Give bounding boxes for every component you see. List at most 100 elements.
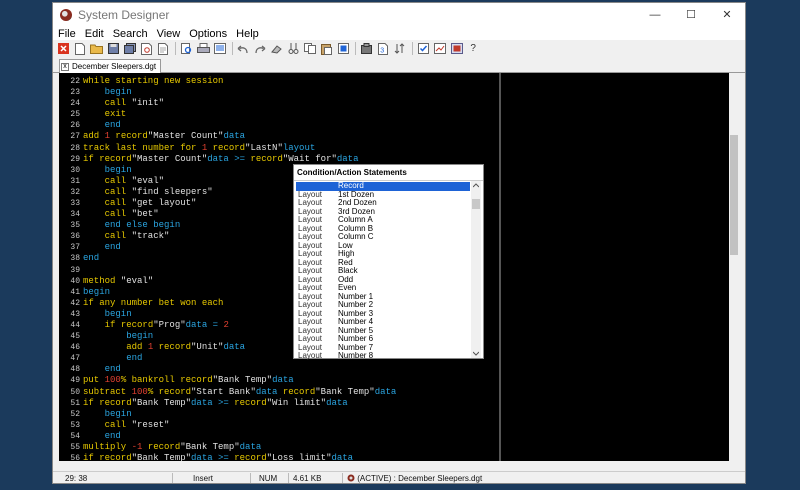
redo-icon[interactable] <box>253 42 268 56</box>
popup-list-item[interactable]: Record <box>296 181 470 191</box>
code-token: multiply <box>83 441 132 452</box>
code-token: 100 <box>104 375 121 386</box>
save-all-icon[interactable] <box>122 42 137 56</box>
code-line[interactable]: 26 end <box>70 120 499 131</box>
popup-list-item[interactable]: Layout Odd <box>296 275 470 285</box>
code-line[interactable]: 29 if record"Master Count"data >= record"… <box>70 154 499 165</box>
undo-icon[interactable] <box>236 42 251 56</box>
open-folder-icon[interactable] <box>89 42 104 56</box>
cut-icon[interactable] <box>286 42 301 56</box>
code-line[interactable]: 51 if record"Bank Temp"data >= record"Win… <box>70 397 499 409</box>
chart-icon[interactable] <box>432 42 447 56</box>
code-line[interactable]: 27 add 1 record"Master Count"data <box>70 131 499 142</box>
code-token: end else begin <box>83 220 181 231</box>
tab-close-icon[interactable]: x <box>61 62 69 71</box>
code-token: data <box>331 453 354 461</box>
run-icon[interactable] <box>359 42 374 56</box>
code-line[interactable]: 49 put 100% bankroll record"Bank Temp"dat… <box>70 375 499 386</box>
popup-list-item[interactable]: Layout Low <box>296 241 470 251</box>
window-title: System Designer <box>78 7 170 22</box>
eraser-icon[interactable] <box>269 42 284 56</box>
popup-list-item[interactable]: Layout Column A <box>296 215 470 225</box>
check-icon[interactable] <box>416 42 431 56</box>
page-setup-icon[interactable] <box>212 42 227 56</box>
code-line[interactable]: 28 track last number for 1 record"LastN"l… <box>70 143 499 154</box>
popup-list-item[interactable]: Layout Even <box>296 283 470 293</box>
condition-action-popup[interactable]: Condition/Action Statements Record Layout… <box>293 164 484 361</box>
popup-list-item[interactable]: Layout Number 6 <box>296 334 470 344</box>
code-line[interactable]: 55 multiply -1 record"Bank Temp"data <box>70 441 499 453</box>
popup-list-item[interactable]: Layout Number 3 <box>296 309 470 319</box>
menu-search[interactable]: Search <box>109 28 152 40</box>
popup-list-item[interactable]: Layout Red <box>296 258 470 268</box>
code-line[interactable]: 22 while starting new session <box>70 76 499 87</box>
editor-scrollbar-thumb[interactable] <box>730 135 738 255</box>
minimize-button[interactable]: — <box>637 3 673 26</box>
popup-list-item[interactable]: Layout Black <box>296 266 470 276</box>
popup-list-item[interactable]: Layout 2nd Dozen <box>296 198 470 208</box>
code-token: end <box>83 353 143 364</box>
help-icon[interactable]: ? <box>466 42 481 56</box>
close-button[interactable]: ✕ <box>709 3 745 26</box>
code-token: data <box>223 131 246 142</box>
close-file-icon[interactable] <box>56 42 71 56</box>
popup-list-item[interactable]: Layout Number 2 <box>296 300 470 310</box>
popup-list-item[interactable]: Layout High <box>296 249 470 259</box>
code-line[interactable]: 53 call "reset" <box>70 420 499 431</box>
tab-label: December Sleepers.dgt <box>72 62 157 71</box>
sort-icon[interactable] <box>392 42 407 56</box>
compile-icon[interactable]: 3 <box>376 42 391 56</box>
print-icon[interactable] <box>196 42 211 56</box>
popup-scrollbar[interactable] <box>471 181 481 358</box>
print-preview-icon[interactable] <box>139 42 154 56</box>
popup-list-item[interactable]: Layout Number 4 <box>296 317 470 327</box>
code-token: "Bank Temp" <box>315 386 375 397</box>
find-icon[interactable] <box>179 42 194 56</box>
scroll-down-icon[interactable] <box>473 351 479 356</box>
popup-scrollbar-thumb[interactable] <box>472 199 480 209</box>
line-number: 25 <box>70 110 80 120</box>
code-token: data <box>326 397 348 408</box>
code-line[interactable]: 56 if record"Bank Temp"data >= record"Los… <box>70 453 499 461</box>
code-line[interactable]: 48 end <box>70 364 499 375</box>
tab-december-sleepers[interactable]: x December Sleepers.dgt <box>59 59 162 73</box>
popup-list-item[interactable]: Layout Number 8 <box>296 351 470 361</box>
menu-edit[interactable]: Edit <box>81 28 108 40</box>
editor-split-divider[interactable] <box>499 73 501 461</box>
code-line[interactable]: 52 begin <box>70 409 499 420</box>
code-line[interactable]: 50 subtract 100% record"Start Bank"data r… <box>70 386 499 398</box>
popup-list-item[interactable]: Layout Column C <box>296 232 470 242</box>
editor-scrollbar[interactable] <box>729 73 739 461</box>
code-token: call <box>83 209 132 220</box>
code-line[interactable]: 23 begin <box>70 87 499 98</box>
popup-list-item[interactable]: Layout Number 5 <box>296 326 470 336</box>
popup-list-item[interactable]: Layout 1st Dozen <box>296 190 470 200</box>
scroll-up-icon[interactable] <box>473 183 479 188</box>
code-line[interactable]: 24 call "init" <box>70 98 499 109</box>
menu-options[interactable]: Options <box>185 28 231 40</box>
new-file-icon[interactable] <box>73 42 88 56</box>
copy-icon[interactable] <box>302 42 317 56</box>
designer-icon[interactable] <box>449 42 464 56</box>
code-token: record <box>234 397 267 408</box>
code-line[interactable]: 25 exit <box>70 109 499 120</box>
menu-help[interactable]: Help <box>232 28 263 40</box>
maximize-button[interactable]: ☐ <box>673 3 709 26</box>
popup-list-item[interactable]: Layout Number 1 <box>296 292 470 302</box>
save-icon[interactable] <box>106 42 121 56</box>
popup-list-item[interactable]: Layout 3rd Dozen <box>296 207 470 217</box>
select-all-icon[interactable] <box>336 42 351 56</box>
popup-list-item[interactable]: Layout Column B <box>296 224 470 234</box>
code-token: "get layout" <box>131 197 197 208</box>
code-line[interactable]: 54 end <box>70 431 499 442</box>
line-number: 31 <box>70 176 80 186</box>
code-token: "find sleepers" <box>131 186 213 197</box>
line-number: 52 <box>70 409 80 419</box>
menu-view[interactable]: View <box>153 28 185 40</box>
paste-icon[interactable] <box>319 42 334 56</box>
popup-list-item[interactable]: Layout Number 7 <box>296 343 470 353</box>
menu-file[interactable]: File <box>54 28 80 40</box>
code-token: end <box>83 253 100 264</box>
document-icon[interactable] <box>156 42 171 56</box>
code-token: data <box>223 342 246 353</box>
